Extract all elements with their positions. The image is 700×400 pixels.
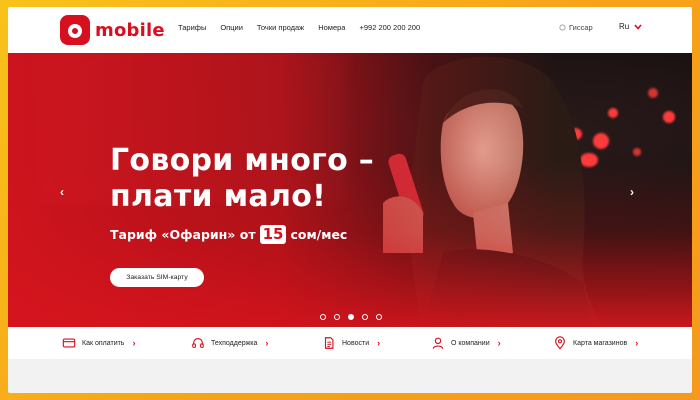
language-selector[interactable]: Ru	[619, 22, 642, 31]
quick-link-label: Как оплатить	[82, 339, 125, 347]
nav-item-options[interactable]: Опции	[220, 23, 243, 32]
map-pin-icon	[555, 336, 565, 350]
chevron-right-icon: ›	[377, 338, 381, 348]
carousel-dot-5[interactable]	[376, 314, 382, 320]
user-icon	[432, 337, 444, 349]
quick-link-label: Карта магазинов	[573, 339, 628, 347]
location-selector[interactable]: Гиссар	[559, 23, 593, 32]
chevron-right-icon: ›	[635, 338, 639, 348]
quick-link-store-map[interactable]: Карта магазинов ›	[553, 327, 638, 359]
logo-text: mobile	[95, 19, 165, 41]
hero-subtitle: Тариф «Офарин» от 15 сом/мес	[110, 225, 347, 244]
quick-link-about[interactable]: О компании ›	[431, 327, 501, 359]
order-sim-button[interactable]: Заказать SIM-карту	[110, 268, 204, 287]
logo-icon	[60, 15, 90, 45]
quick-link-label: Новости	[342, 339, 370, 347]
quick-link-support[interactable]: Техподдержка ›	[191, 327, 268, 359]
main-nav: Тарифы Опции Точки продаж Номера +992 20…	[178, 23, 434, 32]
logo[interactable]: mobile	[60, 15, 165, 45]
chevron-right-icon: ›	[132, 338, 136, 348]
quick-link-label: Техподдержка	[211, 339, 258, 347]
quick-link-news[interactable]: Новости ›	[322, 327, 380, 359]
nav-item-sales-points[interactable]: Точки продаж	[257, 23, 304, 32]
carousel-dot-4[interactable]	[362, 314, 368, 320]
hero-banner: Говори много – плати мало! Тариф «Офарин…	[8, 53, 692, 327]
nav-item-phone[interactable]: +992 200 200 200	[359, 23, 420, 32]
location-label: Гиссар	[569, 23, 593, 32]
card-icon	[62, 338, 76, 348]
carousel-dot-2[interactable]	[334, 314, 340, 320]
chevron-right-icon: ›	[497, 338, 501, 348]
nav-item-numbers[interactable]: Номера	[318, 23, 345, 32]
quick-link-label: О компании	[451, 339, 490, 347]
browser-frame: mobile Тарифы Опции Точки продаж Номера …	[8, 7, 692, 393]
carousel-dot-3[interactable]	[348, 314, 354, 320]
subtitle-suffix: сом/мес	[290, 227, 348, 242]
chevron-right-icon: ›	[265, 338, 269, 348]
carousel-dots	[320, 314, 382, 320]
quick-link-how-to-pay[interactable]: Как оплатить ›	[62, 327, 135, 359]
language-label: Ru	[619, 22, 630, 31]
nav-item-tariffs[interactable]: Тарифы	[178, 23, 206, 32]
quick-links-bar: Как оплатить › Техподдержка › Новости ›	[8, 327, 692, 359]
hero-title-line-2: плати мало!	[110, 179, 327, 214]
chevron-down-icon	[634, 23, 642, 30]
subtitle-prefix: Тариф «Офарин» от	[110, 227, 256, 242]
location-pin-icon	[559, 24, 566, 31]
site-header: mobile Тарифы Опции Точки продаж Номера …	[8, 7, 692, 53]
document-icon	[324, 337, 334, 349]
price-badge: 15	[259, 225, 287, 244]
carousel-prev-arrow-icon[interactable]: ‹	[60, 185, 64, 199]
carousel-next-arrow-icon[interactable]: ›	[630, 185, 634, 199]
headset-icon	[192, 338, 204, 348]
carousel-dot-1[interactable]	[320, 314, 326, 320]
hero-title-line-1: Говори много –	[110, 143, 375, 178]
hero-title: Говори много – плати мало!	[110, 143, 374, 215]
